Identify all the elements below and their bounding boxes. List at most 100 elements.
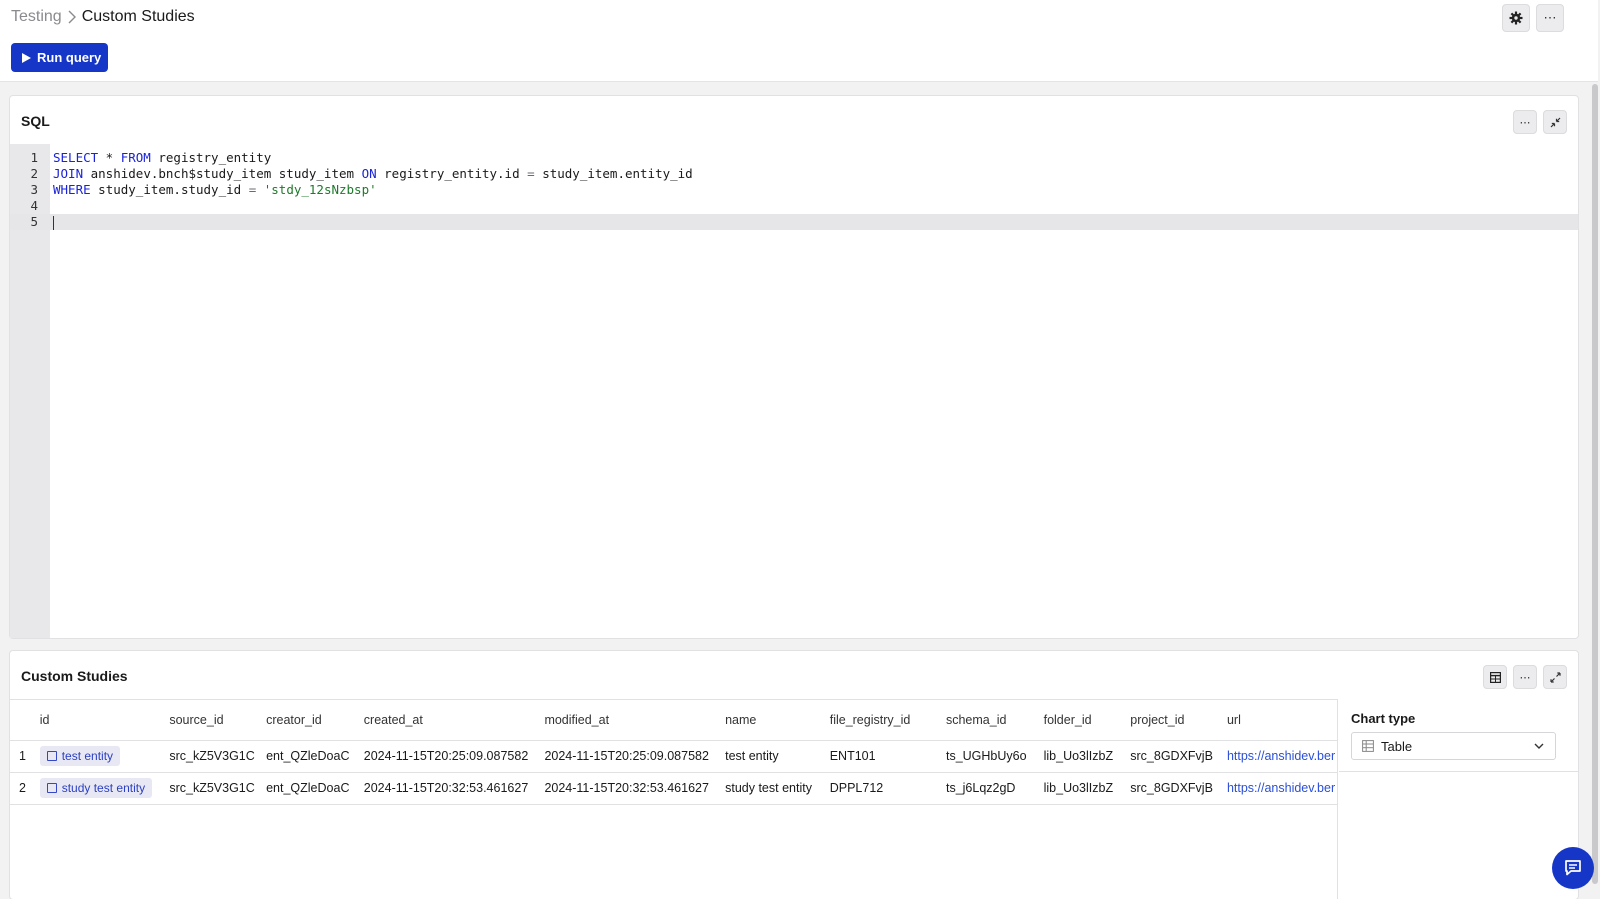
sql-token: registry_entity: [150, 150, 272, 165]
chat-support-button[interactable]: [1552, 847, 1594, 889]
sql-panel: SQL ⋯ 1 SELECT * FROM registry_entity 2 JOI…: [9, 95, 1579, 639]
creator-id-cell: ent_QZleDoaC: [266, 772, 364, 805]
column-header-name[interactable]: name: [725, 700, 830, 741]
page-scrollbar[interactable]: [1592, 84, 1598, 884]
column-header-id[interactable]: id: [39, 700, 170, 741]
column-header-file-registry-id[interactable]: file_registry_id: [829, 700, 946, 741]
run-query-label: Run query: [37, 50, 102, 65]
entity-chip-label: study test entity: [61, 781, 146, 795]
modified-at-cell: 2024-11-15T20:32:53.461627: [544, 772, 726, 805]
column-header-source-id[interactable]: source_id: [169, 700, 267, 741]
column-header-project-id[interactable]: project_id: [1130, 700, 1227, 741]
entity-chip[interactable]: test entity: [39, 746, 121, 766]
row-number-header: [10, 700, 40, 741]
column-header-url[interactable]: url: [1226, 700, 1337, 741]
breadcrumb-parent[interactable]: Testing: [11, 8, 62, 26]
entity-chip[interactable]: study test entity: [39, 778, 153, 798]
sql-token: registry_entity.id: [376, 166, 528, 181]
id-cell: test entity: [39, 740, 170, 773]
code-line[interactable]: 2 JOIN anshidev.bnch$study_item study_ite…: [10, 166, 1578, 182]
line-number: 2: [30, 166, 38, 181]
sql-panel-title: SQL: [21, 113, 50, 129]
column-header-folder-id[interactable]: folder_id: [1043, 700, 1131, 741]
table-icon: [1362, 740, 1374, 752]
sql-keyword: ON: [361, 166, 377, 181]
code-line[interactable]: 5: [10, 214, 1578, 230]
more-icon: ⋯: [1519, 116, 1531, 129]
code-line[interactable]: 3 WHERE study_item.study_id = 'stdy_12sNz…: [10, 182, 1578, 198]
sql-panel-actions: ⋯: [1513, 110, 1567, 134]
line-number: 3: [30, 182, 38, 197]
chart-type-label: Chart type: [1351, 711, 1416, 726]
results-table-wrapper[interactable]: id source_id creator_id created_at modif…: [10, 699, 1338, 899]
column-header-schema-id[interactable]: schema_id: [945, 700, 1044, 741]
sql-editor[interactable]: 1 SELECT * FROM registry_entity 2 JOIN ansh…: [10, 144, 1578, 638]
url-cell: https://anshidev.ber: [1226, 772, 1337, 805]
table-view-button[interactable]: [1483, 665, 1507, 689]
created-at-cell: 2024-11-15T20:32:53.461627: [363, 772, 545, 805]
breadcrumb-current: Custom Studies: [81, 8, 195, 25]
sql-more-button[interactable]: ⋯: [1513, 110, 1537, 134]
chat-icon: [1565, 860, 1581, 876]
results-more-button[interactable]: ⋯: [1513, 665, 1537, 689]
sql-keyword: JOIN: [53, 166, 84, 181]
code-text: WHERE study_item.study_id = 'stdy_12sNzb…: [53, 182, 377, 198]
project-id-cell: src_8GDXFvjB: [1130, 740, 1227, 773]
text-cursor: [53, 215, 54, 230]
collapse-icon: [1550, 117, 1560, 127]
sql-operator: =: [527, 166, 535, 181]
sql-token: anshidev.bnch$study_item study_item: [83, 166, 362, 181]
column-header-created-at[interactable]: created_at: [363, 700, 545, 741]
sql-keyword: WHERE: [53, 182, 91, 197]
line-number: 5: [30, 214, 38, 229]
expand-icon: [1549, 671, 1561, 683]
project-id-cell: src_8GDXFvjB: [1130, 772, 1227, 805]
url-link[interactable]: https://anshidev.ber: [1227, 781, 1335, 795]
code-line[interactable]: 1 SELECT * FROM registry_entity: [10, 150, 1578, 166]
line-number: 1: [30, 150, 38, 165]
results-panel-title: Custom Studies: [21, 668, 128, 684]
column-header-modified-at[interactable]: modified_at: [544, 700, 726, 741]
code-text: SELECT * FROM registry_entity: [53, 150, 271, 166]
folder-id-cell: lib_Uo3lIzbZ: [1043, 772, 1131, 805]
modified-at-cell: 2024-11-15T20:25:09.087582: [544, 740, 726, 773]
sql-keyword: FROM: [120, 150, 151, 165]
code-text: [53, 214, 54, 230]
more-icon: ⋯: [1519, 671, 1531, 684]
chart-divider: [1339, 771, 1578, 772]
results-panel: Custom Studies ⋯ id source_id creator_id…: [9, 650, 1579, 899]
run-query-button[interactable]: Run query: [11, 43, 108, 72]
table-header-row: id source_id creator_id created_at modif…: [10, 700, 1337, 741]
table-row[interactable]: 2 study test entity src_kZ5V3G1C ent_QZl…: [10, 772, 1337, 805]
row-number: 2: [10, 772, 40, 805]
creator-id-cell: ent_QZleDoaC: [266, 740, 364, 773]
chevron-right-icon: [68, 10, 76, 24]
url-link[interactable]: https://anshidev.ber: [1227, 749, 1335, 763]
entity-icon: [46, 783, 57, 793]
entity-icon: [46, 751, 57, 761]
sql-token: study_item.study_id: [90, 182, 249, 197]
results-expand-button[interactable]: [1543, 665, 1567, 689]
more-options-button[interactable]: ⋯: [1536, 4, 1564, 32]
schema-id-cell: ts_j6Lqz2gD: [945, 772, 1044, 805]
top-bar: Testing Custom Studies ⋯ Run query: [0, 0, 1598, 82]
results-table: id source_id creator_id created_at modif…: [10, 700, 1337, 805]
breadcrumb: Testing Custom Studies: [11, 8, 195, 26]
sql-string: 'stdy_12sNzbsp': [263, 182, 377, 197]
source-id-cell: src_kZ5V3G1C: [169, 772, 267, 805]
file-registry-id-cell: ENT101: [829, 740, 946, 773]
created-at-cell: 2024-11-15T20:25:09.087582: [363, 740, 545, 773]
gear-icon: [1509, 11, 1523, 25]
chart-type-select[interactable]: Table: [1351, 732, 1556, 760]
settings-button[interactable]: [1502, 4, 1530, 32]
table-row[interactable]: 1 test entity src_kZ5V3G1C ent_QZleDoaC …: [10, 740, 1337, 773]
sql-collapse-button[interactable]: [1543, 110, 1567, 134]
name-cell: test entity: [725, 740, 830, 773]
schema-id-cell: ts_UGHbUy6o: [945, 740, 1044, 773]
code-line[interactable]: 4: [10, 198, 1578, 214]
column-header-creator-id[interactable]: creator_id: [266, 700, 364, 741]
chevron-down-icon: [1534, 743, 1544, 749]
more-icon: ⋯: [1543, 10, 1557, 25]
sql-token: study_item.entity_id: [534, 166, 693, 181]
folder-id-cell: lib_Uo3lIzbZ: [1043, 740, 1131, 773]
